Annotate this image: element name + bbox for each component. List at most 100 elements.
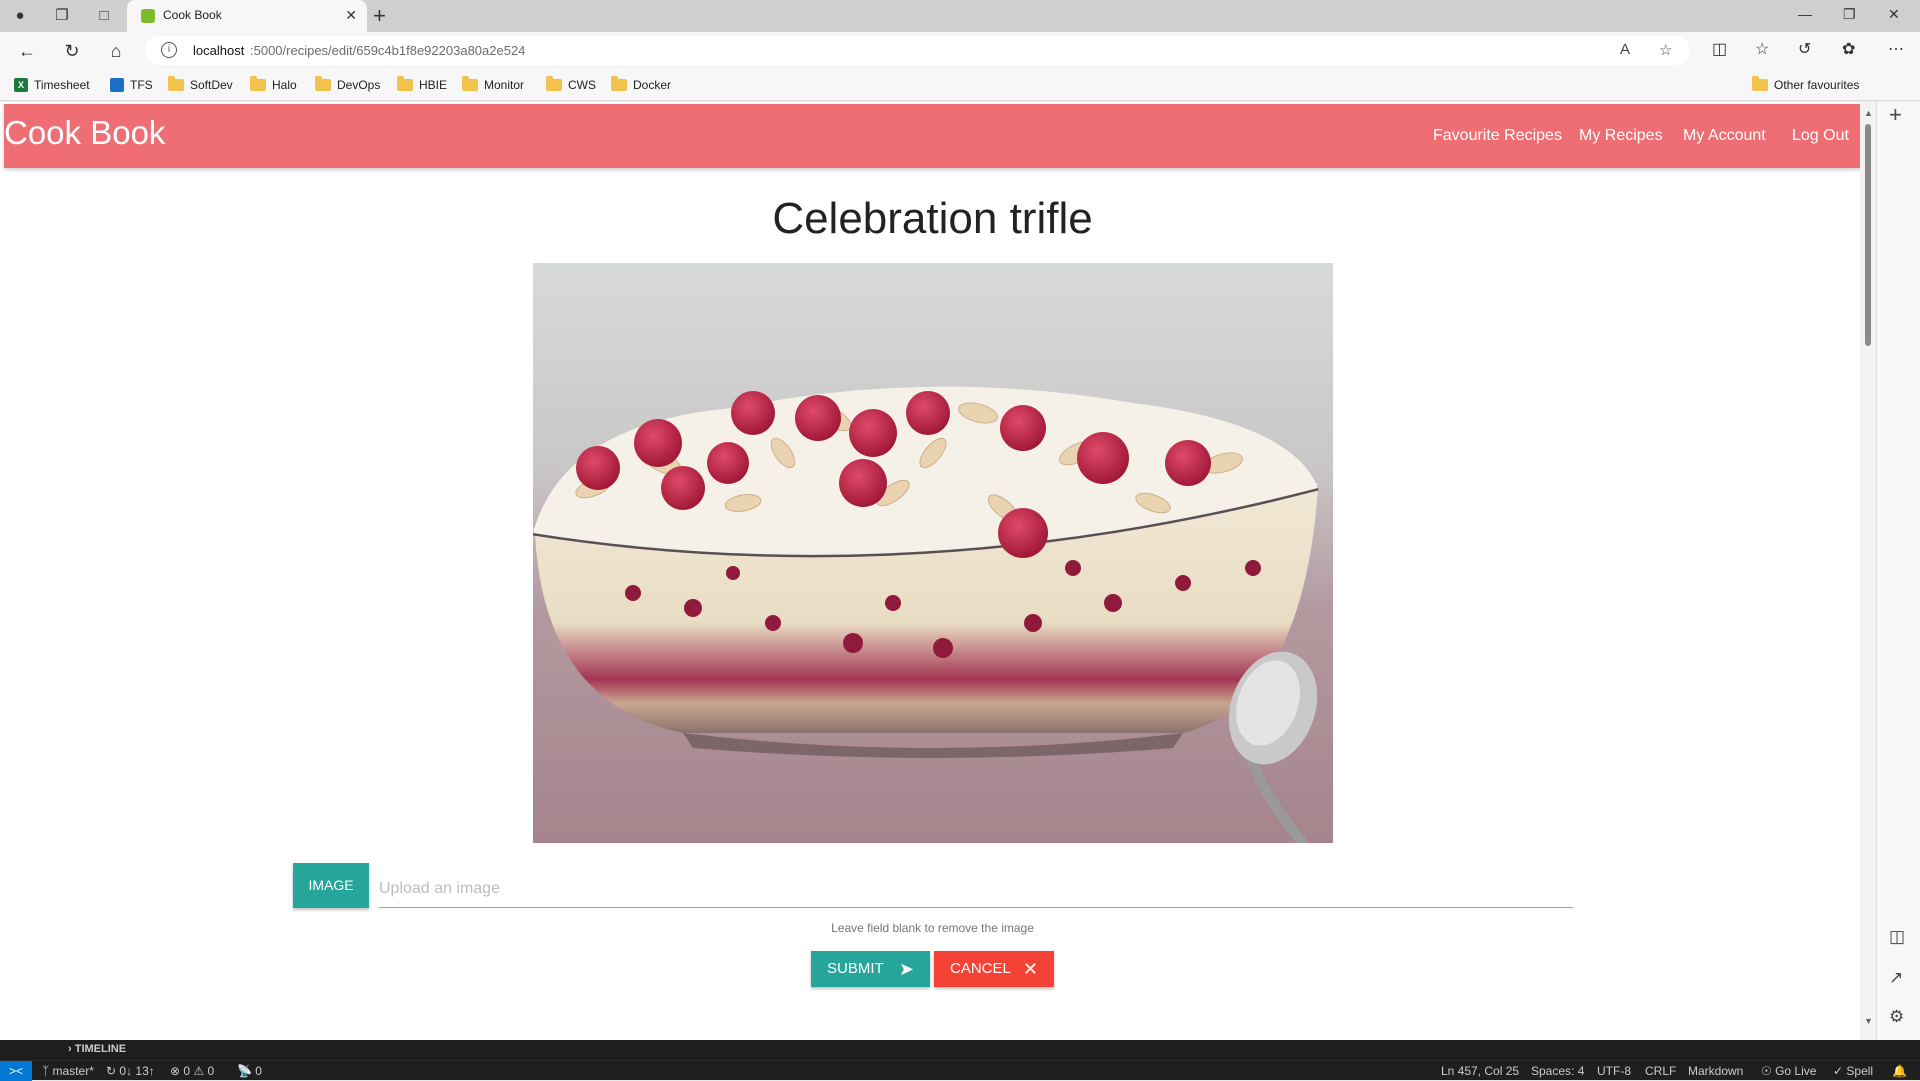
- bookmark-cws[interactable]: CWS: [546, 76, 596, 93]
- tab-favicon-icon: [141, 9, 155, 23]
- send-icon: ➤: [898, 959, 914, 979]
- broadcast-icon: ☉: [1761, 1064, 1776, 1078]
- image-file-path-input[interactable]: [379, 870, 1573, 908]
- sync-label: 0↓ 13↑: [119, 1064, 155, 1078]
- bookmark-devops[interactable]: DevOps: [315, 76, 380, 93]
- sidebar-panel-icon[interactable]: ◫: [1889, 927, 1905, 947]
- add-sidebar-icon[interactable]: +: [1889, 102, 1902, 128]
- split-screen-icon[interactable]: ◫: [1712, 39, 1727, 59]
- go-live-label: Go Live: [1775, 1064, 1817, 1078]
- spell-check[interactable]: ✓ Spell: [1833, 1064, 1873, 1078]
- image-helper-text: Leave field blank to remove the image: [831, 921, 1034, 935]
- bookmark-docker[interactable]: Docker: [611, 76, 672, 93]
- scroll-down-icon[interactable]: ▼: [1864, 1016, 1873, 1026]
- remote-icon[interactable]: ><: [0, 1061, 32, 1081]
- page-scrollbar[interactable]: ▲ ▼: [1860, 102, 1876, 1040]
- recipe-image: [533, 263, 1333, 843]
- profile-icon[interactable]: ●: [8, 4, 32, 28]
- settings-gear-icon[interactable]: ⚙: [1889, 1007, 1904, 1027]
- git-branch[interactable]: ᛉ master*: [42, 1064, 94, 1078]
- ports-label: 0: [255, 1064, 262, 1078]
- minimize-icon[interactable]: —: [1798, 6, 1812, 22]
- tfs-icon: [110, 78, 124, 92]
- file-encoding[interactable]: UTF-8: [1597, 1064, 1631, 1078]
- bookmark-tfs[interactable]: TFS: [110, 77, 153, 93]
- close-icon: ✕: [1022, 959, 1038, 979]
- bookmark-label: Monitor: [484, 78, 525, 92]
- language-mode[interactable]: Markdown: [1688, 1064, 1743, 1078]
- go-live[interactable]: ☉ Go Live: [1761, 1064, 1816, 1078]
- app-navbar: Cook Book Favourite Recipes My Recipes M…: [4, 104, 1861, 168]
- bookmark-other-favourites[interactable]: Other favourites: [1752, 76, 1859, 93]
- tab-actions-icon[interactable]: □: [92, 4, 116, 28]
- folder-icon: [397, 76, 413, 91]
- recipe-title: Celebration trifle: [772, 194, 1093, 243]
- ports-icon: 📡: [237, 1064, 256, 1078]
- bookmark-monitor[interactable]: Monitor: [462, 76, 525, 93]
- bookmark-softdev[interactable]: SoftDev: [168, 76, 233, 93]
- timeline-text: TIMELINE: [74, 1043, 127, 1055]
- nav-my-account[interactable]: My Account: [1683, 127, 1766, 145]
- submit-button[interactable]: SUBMIT ➤: [811, 951, 930, 987]
- cancel-button[interactable]: CANCEL ✕: [934, 951, 1054, 987]
- excel-icon: X: [14, 78, 28, 92]
- close-window-icon[interactable]: ✕: [1888, 6, 1900, 23]
- page-viewport: Cook Book Favourite Recipes My Recipes M…: [0, 102, 1876, 1040]
- bookmark-label: Docker: [633, 78, 672, 92]
- bookmark-halo[interactable]: Halo: [250, 76, 297, 93]
- more-menu-icon[interactable]: ⋯: [1888, 39, 1904, 59]
- folder-icon: [611, 76, 627, 91]
- workspaces-icon[interactable]: ❐: [50, 4, 74, 28]
- site-info-icon[interactable]: i: [161, 42, 177, 58]
- address-bar[interactable]: i localhost :5000/recipes/edit/659c4b1f8…: [145, 36, 1690, 65]
- problems-label: 0 ⚠ 0: [183, 1064, 215, 1078]
- home-icon[interactable]: ⌂: [104, 39, 128, 63]
- nav-my-recipes[interactable]: My Recipes: [1579, 127, 1663, 145]
- nav-favourite-recipes[interactable]: Favourite Recipes: [1433, 127, 1562, 145]
- problems-status[interactable]: ⊗ 0 ⚠ 0: [170, 1064, 214, 1078]
- sync-icon: ↻: [106, 1064, 120, 1078]
- open-external-icon[interactable]: ↗: [1889, 968, 1903, 988]
- sync-status[interactable]: ↻ 0↓ 13↑: [106, 1064, 155, 1078]
- read-aloud-icon[interactable]: A: [1620, 41, 1630, 58]
- vscode-status-bar: >< ᛉ master* ↻ 0↓ 13↑ ⊗ 0 ⚠ 0 📡 0 Ln 457…: [0, 1060, 1920, 1081]
- bookmark-label: HBIE: [419, 78, 448, 92]
- brand-logo[interactable]: Cook Book: [4, 114, 165, 152]
- refresh-icon[interactable]: ↻: [60, 39, 84, 63]
- line-ending[interactable]: CRLF: [1645, 1064, 1676, 1078]
- check-icon: ✓: [1833, 1064, 1847, 1078]
- image-upload-button[interactable]: IMAGE: [293, 863, 369, 908]
- branch-label: master*: [52, 1064, 94, 1078]
- folder-icon: [168, 76, 184, 91]
- tab-title: Cook Book: [163, 8, 222, 22]
- error-icon: ⊗: [170, 1064, 184, 1078]
- favourite-star-icon[interactable]: ☆: [1659, 41, 1672, 59]
- folder-icon: [1752, 76, 1768, 91]
- spell-label: Spell: [1846, 1064, 1874, 1078]
- bookmark-hbie[interactable]: HBIE: [397, 76, 448, 93]
- back-icon[interactable]: ←: [15, 39, 39, 63]
- folder-icon: [462, 76, 478, 91]
- vscode-timeline-panel[interactable]: › TIMELINE: [0, 1040, 1920, 1060]
- browser-tab[interactable]: Cook Book ✕: [127, 0, 367, 32]
- folder-icon: [546, 76, 562, 91]
- browser-tab-strip: ● ❐ □ Cook Book ✕ + — ❐ ✕: [0, 0, 1920, 32]
- scroll-thumb[interactable]: [1865, 124, 1871, 346]
- bookmark-timesheet[interactable]: X Timesheet: [14, 77, 90, 93]
- history-icon[interactable]: ↺: [1798, 39, 1811, 59]
- scroll-up-icon[interactable]: ▲: [1864, 108, 1873, 118]
- notifications-bell-icon[interactable]: 🔔: [1892, 1064, 1907, 1078]
- bookmarks-bar: X Timesheet TFS SoftDev Halo DevOps HBIE …: [0, 69, 1920, 101]
- close-tab-icon[interactable]: ✕: [345, 7, 357, 24]
- cancel-label: CANCEL: [950, 960, 1011, 977]
- ports-status[interactable]: 📡 0: [237, 1064, 262, 1078]
- extensions-icon[interactable]: ✿: [1842, 39, 1855, 59]
- new-tab-icon[interactable]: +: [373, 3, 386, 29]
- cursor-position[interactable]: Ln 457, Col 25: [1441, 1064, 1519, 1078]
- nav-log-out[interactable]: Log Out: [1792, 127, 1849, 145]
- restore-icon[interactable]: ❐: [1843, 6, 1856, 23]
- favourites-icon[interactable]: ☆: [1755, 39, 1769, 59]
- indent-spaces[interactable]: Spaces: 4: [1531, 1064, 1584, 1078]
- url-host: localhost: [193, 43, 245, 58]
- bookmark-label: TFS: [130, 78, 153, 92]
